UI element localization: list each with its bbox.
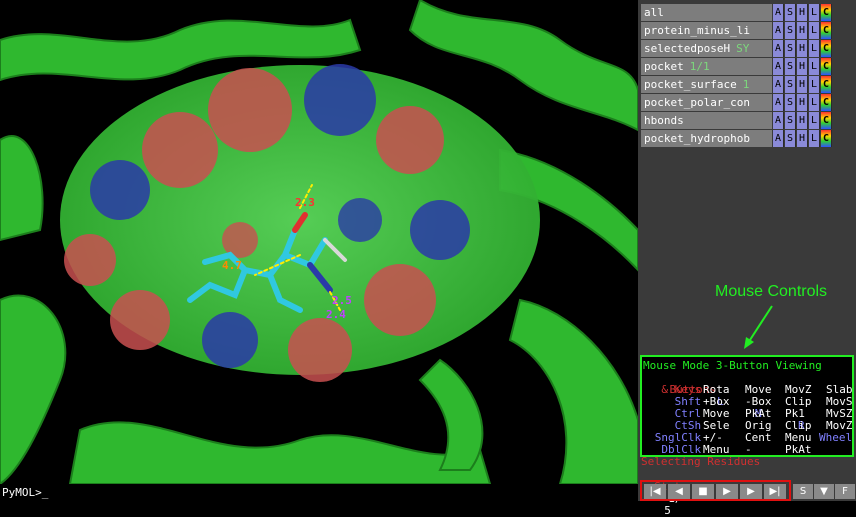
object-label: selectedposeH bbox=[644, 42, 731, 55]
header-wheel: Wheel bbox=[819, 431, 853, 444]
mouse-mode-cell: MovZ bbox=[826, 419, 853, 432]
object-row: pocket 1/1 A S H L C bbox=[641, 58, 856, 75]
show-button[interactable]: S bbox=[785, 76, 796, 93]
object-name[interactable]: pocket_surface 1 bbox=[641, 76, 772, 93]
show-button[interactable]: S bbox=[785, 40, 796, 57]
rewind-button[interactable]: |◀ bbox=[644, 484, 666, 499]
annotation-arrow-icon bbox=[744, 305, 773, 349]
show-button[interactable]: S bbox=[785, 130, 796, 147]
mouse-controls-annotation: Mouse Controls bbox=[715, 283, 828, 300]
mouse-mode-panel[interactable]: Mouse Mode 3-Button Viewing Buttons L M … bbox=[640, 355, 854, 457]
hide-button[interactable]: H bbox=[797, 4, 808, 21]
color-button[interactable]: C bbox=[821, 4, 832, 21]
end-button[interactable]: ▶| bbox=[764, 484, 786, 499]
sequence-button[interactable]: S bbox=[793, 484, 813, 499]
label-button[interactable]: L bbox=[809, 58, 820, 75]
object-state: 1/1 bbox=[689, 60, 710, 73]
back-button[interactable]: ◀ bbox=[668, 484, 690, 499]
distance-label: 2.3 bbox=[295, 196, 315, 209]
scenes-button[interactable]: ▼ bbox=[814, 484, 834, 499]
mouse-mode-cell: PkAt bbox=[785, 443, 812, 456]
command-line-input[interactable]: PyMOL>_ bbox=[0, 484, 638, 501]
label-button[interactable]: L bbox=[809, 22, 820, 39]
distance-label: 2.4 bbox=[326, 308, 346, 321]
show-button[interactable]: S bbox=[785, 4, 796, 21]
object-label: pocket_surface bbox=[644, 78, 737, 91]
object-name[interactable]: protein_minus_li bbox=[641, 22, 772, 39]
command-prompt: PyMOL>_ bbox=[2, 486, 49, 499]
color-button[interactable]: C bbox=[821, 130, 832, 147]
object-row: pocket_hydrophob A S H L C bbox=[641, 130, 856, 147]
object-row: all A S H L C bbox=[641, 4, 856, 21]
object-label: protein_minus_li bbox=[644, 24, 750, 37]
show-button[interactable]: S bbox=[785, 94, 796, 111]
object-row: pocket_polar_con A S H L C bbox=[641, 94, 856, 111]
object-name[interactable]: pocket 1/1 bbox=[641, 58, 772, 75]
label-button[interactable]: L bbox=[809, 40, 820, 57]
object-row: selectedposeH SY A S H L C bbox=[641, 40, 856, 57]
play-button[interactable]: ▶ bbox=[716, 484, 738, 499]
selecting-mode-label: Selecting Residues bbox=[641, 455, 761, 468]
action-button[interactable]: A bbox=[773, 76, 784, 93]
object-row: hbonds A S H L C bbox=[641, 112, 856, 129]
distance-label: 4.7 bbox=[222, 259, 242, 272]
action-button[interactable]: A bbox=[773, 22, 784, 39]
color-button[interactable]: C bbox=[821, 58, 832, 75]
object-label: pocket_polar_con bbox=[644, 96, 750, 109]
hide-button[interactable]: H bbox=[797, 94, 808, 111]
action-button[interactable]: A bbox=[773, 94, 784, 111]
label-button[interactable]: L bbox=[809, 94, 820, 111]
object-name[interactable]: pocket_polar_con bbox=[641, 94, 772, 111]
action-button[interactable]: A bbox=[773, 58, 784, 75]
object-name[interactable]: pocket_hydrophob bbox=[641, 130, 772, 147]
object-row: pocket_surface 1 A S H L C bbox=[641, 76, 856, 93]
object-state: SY bbox=[736, 42, 750, 55]
mouse-mode-title: Mouse Mode 3-Button Viewing bbox=[643, 359, 822, 372]
color-button[interactable]: C bbox=[821, 112, 832, 129]
hide-button[interactable]: H bbox=[797, 112, 808, 129]
action-button[interactable]: A bbox=[773, 130, 784, 147]
distance-label: 2.5 bbox=[332, 294, 352, 307]
object-name[interactable]: hbonds bbox=[641, 112, 772, 129]
hide-button[interactable]: H bbox=[797, 40, 808, 57]
label-button[interactable]: L bbox=[809, 112, 820, 129]
label-button[interactable]: L bbox=[809, 76, 820, 93]
hide-button[interactable]: H bbox=[797, 130, 808, 147]
object-state: 1 bbox=[742, 78, 750, 91]
color-button[interactable]: C bbox=[821, 76, 832, 93]
object-name[interactable]: selectedposeH SY bbox=[641, 40, 772, 57]
structure-render bbox=[0, 0, 638, 484]
hide-button[interactable]: H bbox=[797, 76, 808, 93]
stop-button[interactable]: ■ bbox=[692, 484, 714, 499]
forward-button[interactable]: ▶ bbox=[740, 484, 762, 499]
object-label: pocket bbox=[644, 60, 684, 73]
show-button[interactable]: S bbox=[785, 22, 796, 39]
label-button[interactable]: L bbox=[809, 4, 820, 21]
object-label: hbonds bbox=[644, 114, 684, 127]
color-button[interactable]: C bbox=[821, 22, 832, 39]
action-button[interactable]: A bbox=[773, 112, 784, 129]
molecular-viewport[interactable]: 2.3 4.7 2.5 2.4 bbox=[0, 0, 638, 484]
color-button[interactable]: C bbox=[821, 40, 832, 57]
object-row: protein_minus_li A S H L C bbox=[641, 22, 856, 39]
hide-button[interactable]: H bbox=[797, 22, 808, 39]
action-button[interactable]: A bbox=[773, 4, 784, 21]
action-button[interactable]: A bbox=[773, 40, 784, 57]
hide-button[interactable]: H bbox=[797, 58, 808, 75]
object-name[interactable]: all bbox=[641, 4, 772, 21]
object-label: pocket_hydrophob bbox=[644, 132, 750, 145]
state-total: 5 bbox=[664, 504, 671, 517]
player-controls: |◀ ◀ ■ ▶ ▶ ▶| bbox=[640, 480, 791, 501]
fullscreen-button[interactable]: F bbox=[835, 484, 855, 499]
object-label: all bbox=[644, 6, 664, 19]
show-button[interactable]: S bbox=[785, 112, 796, 129]
show-button[interactable]: S bbox=[785, 58, 796, 75]
label-button[interactable]: L bbox=[809, 130, 820, 147]
color-button[interactable]: C bbox=[821, 94, 832, 111]
